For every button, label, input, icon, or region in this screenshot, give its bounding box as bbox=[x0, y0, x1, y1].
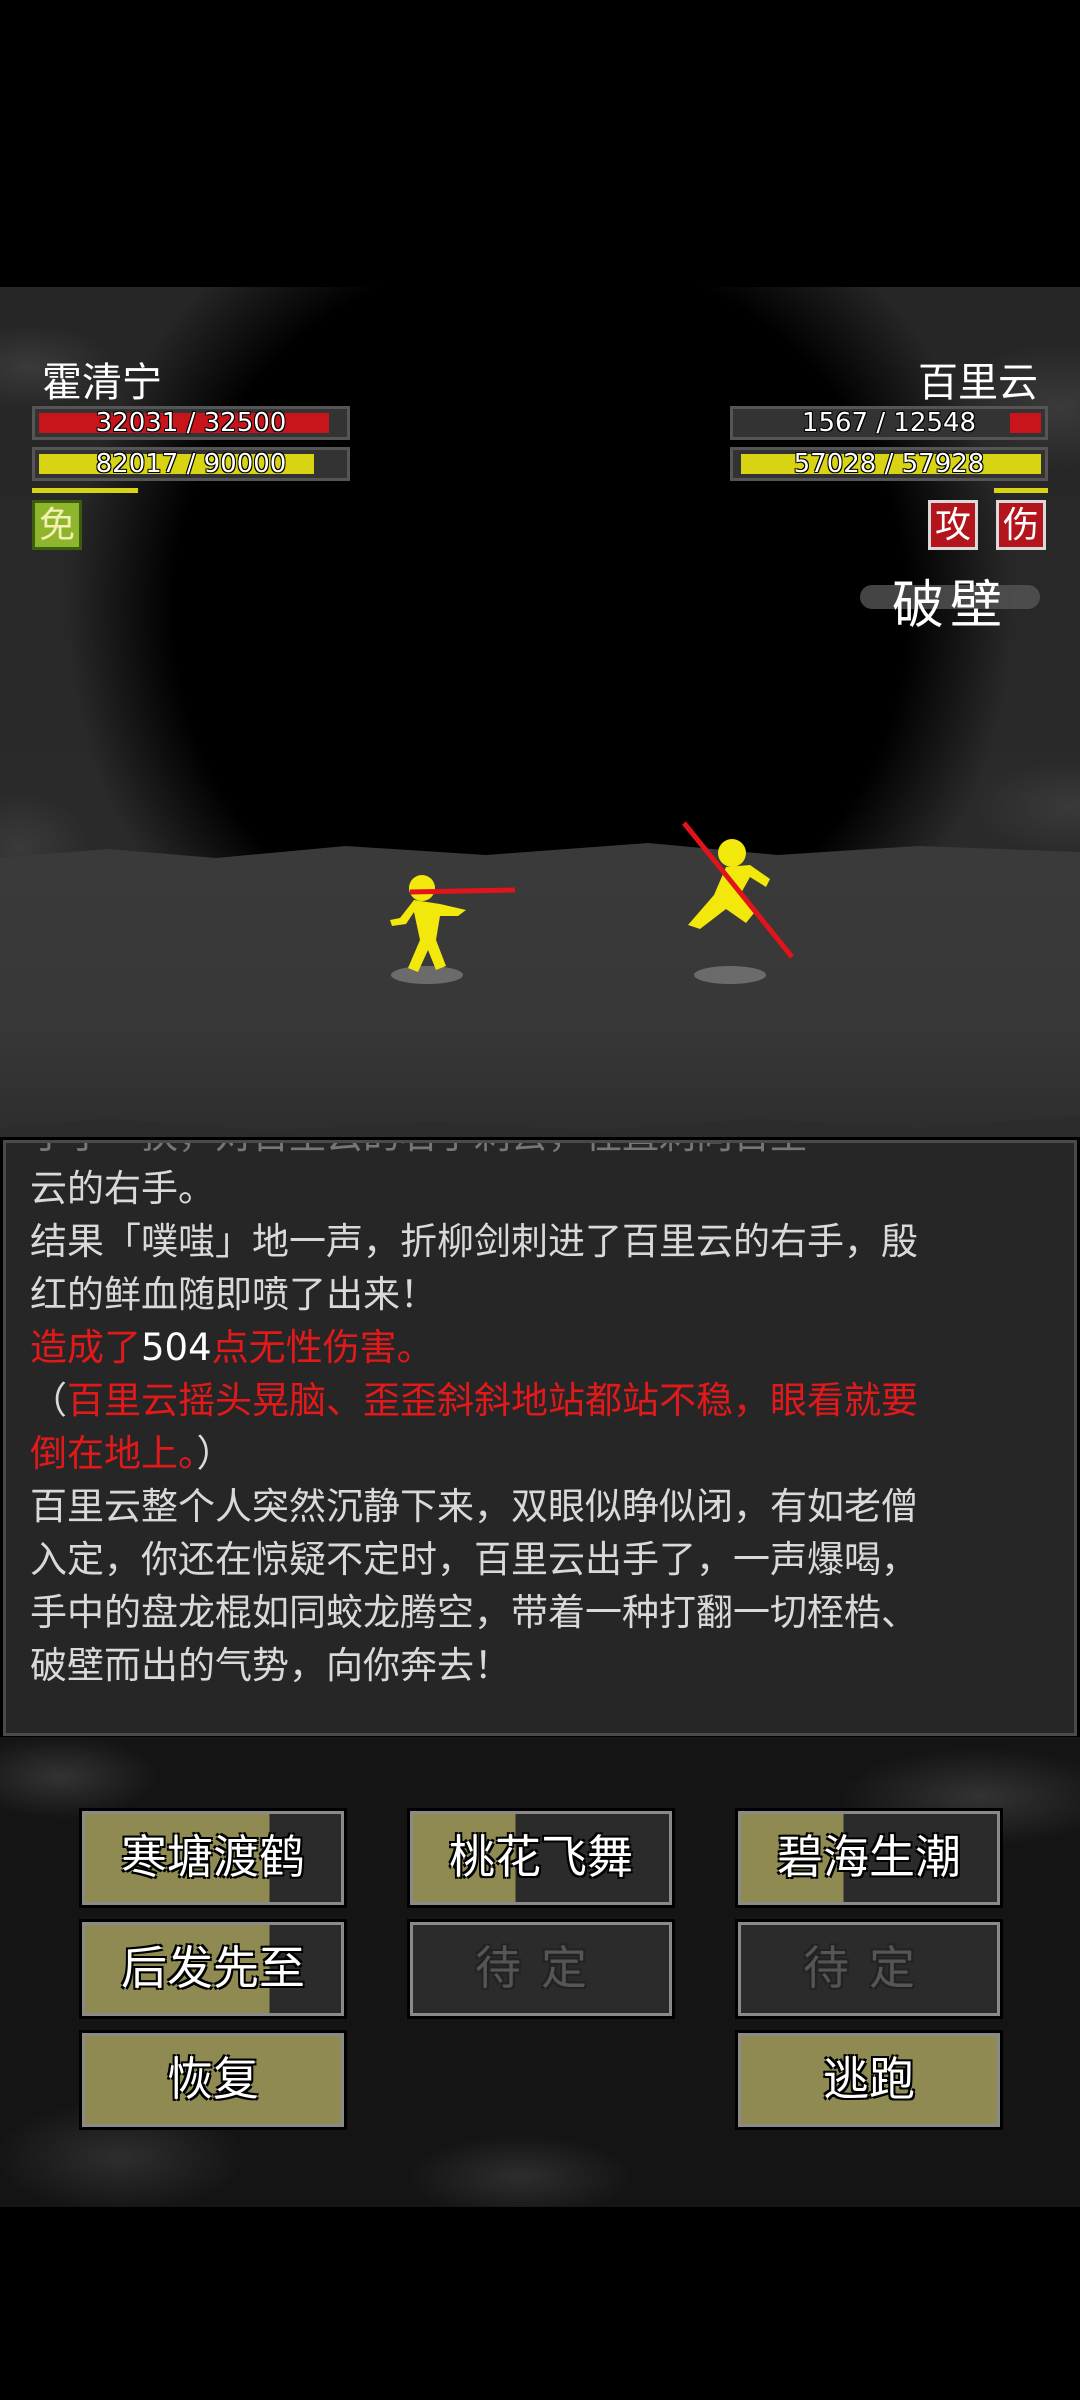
flee-button[interactable]: 逃跑 bbox=[735, 2030, 1003, 2130]
player-name: 霍清宁 bbox=[42, 360, 162, 406]
log-damage-prefix: 造成了 bbox=[30, 1326, 141, 1369]
log-status-text: 百里云摇头晃脑、歪歪斜斜地站都站不稳，眼看就要 bbox=[67, 1379, 918, 1422]
player-status-badge: 免 bbox=[32, 500, 82, 550]
log-damage-value: 504 bbox=[141, 1326, 212, 1369]
log-damage-suffix: 点无性伤害。 bbox=[211, 1326, 434, 1369]
log-paren-close: ） bbox=[196, 1432, 234, 1475]
log-line-status: （百里云摇头晃脑、歪歪斜斜地站都站不稳，眼看就要 bbox=[30, 1374, 1050, 1427]
log-paren-open: （ bbox=[30, 1379, 67, 1422]
enemy-charge-bar bbox=[994, 488, 1048, 493]
skill-button-4[interactable]: 后发先至 bbox=[79, 1919, 347, 2019]
enemy-skill-name: 破壁 bbox=[891, 576, 1008, 636]
recover-button[interactable]: 恢复 bbox=[79, 2030, 347, 2130]
player-mp-text: 82017 / 90000 bbox=[95, 449, 287, 479]
player-hp-text: 32031 / 32500 bbox=[95, 408, 287, 438]
enemy-name: 百里云 bbox=[918, 360, 1038, 406]
log-line: 红的鲜血随即喷了出来！ bbox=[30, 1273, 437, 1316]
log-line: 云的右手。 bbox=[30, 1167, 215, 1210]
enemy-hp-text: 1567 / 12548 bbox=[801, 408, 977, 438]
battle-ground bbox=[0, 843, 1080, 1131]
enemy-fighter bbox=[682, 821, 794, 984]
skill-button-2[interactable]: 桃花飞舞 bbox=[407, 1808, 675, 1908]
enemy-hp-bar: 1567 / 12548 bbox=[730, 406, 1048, 440]
enemy-skill-banner: 破壁 bbox=[860, 563, 1040, 636]
enemy-status-badge-attack: 攻 bbox=[928, 500, 978, 550]
log-line: 入定，你还在惊疑不定时，百里云出手了，一声爆喝， bbox=[30, 1538, 918, 1581]
skill-button-3[interactable]: 碧海生潮 bbox=[735, 1808, 1003, 1908]
log-line: 手中的盘龙棍如同蛟龙腾空，带着一种打翻一切桎梏、 bbox=[30, 1591, 918, 1634]
log-status-text: 倒在地上。 bbox=[30, 1432, 197, 1475]
player-charge-bar bbox=[32, 488, 138, 493]
combat-log[interactable]: 于于一抉，对百里云的右手刺去，径直刺向百里 云的右手。 结果「噗嗤」地一声，折柳… bbox=[3, 1140, 1077, 1736]
player-mp-bar: 82017 / 90000 bbox=[32, 447, 350, 481]
skill-button-1[interactable]: 寒塘渡鹤 bbox=[79, 1808, 347, 1908]
skill-slot-empty-2[interactable]: 待定 bbox=[735, 1919, 1003, 2019]
log-line-cut: 于于一抉，对百里云的右手刺去，径直刺向百里 bbox=[30, 1143, 1050, 1162]
log-line: 破壁而出的气势，向你奔去！ bbox=[30, 1644, 511, 1687]
skill-slot-empty-1[interactable]: 待定 bbox=[407, 1919, 675, 2019]
enemy-status-badge-wound: 伤 bbox=[996, 500, 1046, 550]
log-line-damage: 造成了504点无性伤害。 bbox=[30, 1321, 1050, 1374]
enemy-mp-text: 57028 / 57928 bbox=[793, 449, 985, 479]
player-fighter bbox=[390, 875, 516, 984]
enemy-mp-bar: 57028 / 57928 bbox=[730, 447, 1048, 481]
log-line-status: 倒在地上。） bbox=[30, 1427, 1050, 1480]
log-line: 结果「噗嗤」地一声，折柳剑刺进了百里云的右手，殷 bbox=[30, 1220, 918, 1263]
player-hp-bar: 32031 / 32500 bbox=[32, 406, 350, 440]
log-line: 百里云整个人突然沉静下来，双眼似睁似闭，有如老僧 bbox=[30, 1485, 918, 1528]
